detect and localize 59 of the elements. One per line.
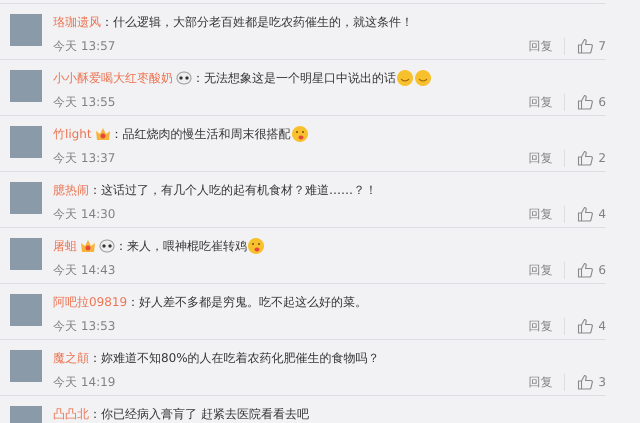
like-button[interactable]: 7 xyxy=(577,38,606,54)
smiley-emoji-icon xyxy=(396,69,414,87)
like-button[interactable]: 2 xyxy=(577,150,606,166)
tongue-emoji-icon xyxy=(247,237,265,255)
tongue-emoji-icon xyxy=(290,125,309,143)
like-button[interactable]: 6 xyxy=(577,262,606,278)
reply-link[interactable]: 回复 xyxy=(528,262,566,278)
avatar-placeholder[interactable] xyxy=(10,294,42,326)
comment-text: ：妳难道不知80%的人在吃着农药化肥催生的食物吗？ xyxy=(89,350,380,366)
comment-time: 今天 13:37 xyxy=(53,150,116,166)
avatar-placeholder[interactable] xyxy=(10,70,42,102)
crown-badge-icon xyxy=(80,239,96,253)
panda-icon xyxy=(176,71,192,85)
panda-icon xyxy=(99,239,115,253)
user-name[interactable]: 珞珈遗风 xyxy=(53,14,101,30)
reply-link[interactable]: 回复 xyxy=(528,38,566,54)
user-name[interactable]: 凸凸北 xyxy=(53,406,89,422)
comment-time: 今天 13:57 xyxy=(53,38,116,54)
user-name[interactable]: 阿吧拉09819 xyxy=(53,294,128,310)
avatar-placeholder[interactable] xyxy=(10,126,42,158)
like-button[interactable]: 4 xyxy=(577,206,606,222)
comment-text: ：品红烧肉的慢生活和周末很搭配 xyxy=(110,126,291,142)
comment-text: ：好人差不多都是穷鬼。吃不起这么好的菜。 xyxy=(127,294,368,310)
avatar-placeholder[interactable] xyxy=(10,350,42,382)
thumbs-up-icon xyxy=(577,206,594,222)
thumbs-up-icon xyxy=(577,318,594,334)
reply-link[interactable]: 回复 xyxy=(528,94,566,110)
avatar-placeholder[interactable] xyxy=(10,182,42,214)
like-button[interactable]: 6 xyxy=(577,94,606,110)
smiley-emoji-icon xyxy=(414,69,432,87)
thumbs-up-icon xyxy=(577,150,594,166)
reply-link[interactable]: 回复 xyxy=(528,206,566,222)
like-button[interactable]: 3 xyxy=(577,374,606,390)
avatar-placeholder[interactable] xyxy=(10,238,42,270)
comment-text: ：来人，喂神棍吃崔转鸡 xyxy=(115,238,247,254)
comment-time: 今天 14:19 xyxy=(53,374,116,390)
comment-text: ：这话过了，有几个人吃的起有机食材？难道……？！ xyxy=(89,182,377,198)
like-button[interactable]: 4 xyxy=(577,318,606,334)
thumbs-up-icon xyxy=(577,38,594,54)
comment-time: 今天 13:53 xyxy=(53,318,116,334)
comment-time: 今天 14:43 xyxy=(53,262,116,278)
comment-text: ：无法想象这是一个明星口中说出的话 xyxy=(192,70,396,86)
thumbs-up-icon xyxy=(577,374,594,390)
reply-link[interactable]: 回复 xyxy=(528,374,566,390)
comment-time: 今天 13:55 xyxy=(53,94,116,110)
comment-text: ：什么逻辑，大部分老百姓都是吃农药催生的，就这条件！ xyxy=(101,14,413,30)
crown-badge-icon xyxy=(94,127,111,141)
user-name[interactable]: 魔之顛 xyxy=(53,350,89,366)
user-name[interactable]: 竹light xyxy=(53,126,92,142)
user-name[interactable]: 臆热闹 xyxy=(53,182,89,198)
user-name[interactable]: 小小酥爱喝大红枣酸奶 xyxy=(53,70,173,86)
avatar-placeholder[interactable] xyxy=(10,14,42,46)
reply-link[interactable]: 回复 xyxy=(528,150,566,166)
comment-time: 今天 14:30 xyxy=(53,206,116,222)
thumbs-up-icon xyxy=(577,262,594,278)
comment-text: ：你已经病入膏肓了 赶紧去医院看看去吧 xyxy=(89,406,309,422)
reply-link[interactable]: 回复 xyxy=(528,318,566,334)
user-name[interactable]: 屠蛆 xyxy=(53,238,77,254)
thumbs-up-icon xyxy=(577,94,594,110)
